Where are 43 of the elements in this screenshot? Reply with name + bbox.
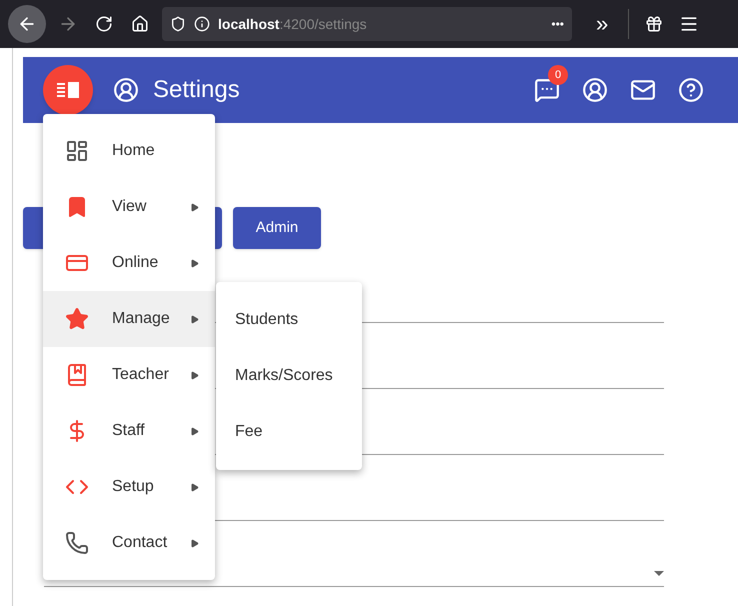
menu-label: Teacher [112, 365, 169, 385]
url-text: localhost:4200/settings [218, 14, 367, 34]
profile-icon[interactable] [582, 77, 608, 103]
menu-label: View [112, 197, 146, 217]
more-icon[interactable]: ••• [551, 15, 564, 33]
chat-icon[interactable] [534, 77, 560, 103]
account-icon [113, 77, 139, 103]
submenu-item[interactable]: Fee [216, 404, 362, 460]
menu-label: Staff [112, 421, 145, 441]
submenu-item[interactable]: Students [216, 292, 362, 348]
submenu-item[interactable]: Marks/Scores [216, 348, 362, 404]
back-button[interactable] [8, 5, 46, 43]
address-bar[interactable]: localhost:4200/settings ••• [162, 7, 572, 41]
menu-item[interactable]: Teacher [43, 347, 215, 403]
menu-fab[interactable] [43, 65, 93, 115]
home-icon [131, 15, 149, 33]
menu-label: Manage [112, 309, 170, 329]
dropdown-arrow-icon [654, 571, 664, 576]
help-icon[interactable] [678, 77, 704, 103]
menu-item[interactable]: Online [43, 235, 215, 291]
overflow-button[interactable]: » [596, 13, 608, 35]
star-icon [65, 307, 89, 331]
info-icon [194, 16, 210, 32]
menu-label: Home [112, 141, 155, 161]
book-icon [65, 363, 89, 387]
phone-icon [65, 531, 89, 555]
menu-item[interactable]: Home [43, 123, 215, 179]
menu-label: Setup [112, 477, 154, 497]
menu-item[interactable]: Manage [43, 291, 215, 347]
shield-icon [170, 16, 186, 32]
menu-label: Contact [112, 533, 168, 553]
menu-item[interactable]: Staff [43, 403, 215, 459]
admin-button[interactable]: Admin [233, 207, 321, 249]
toolbar-title: Settings [153, 75, 240, 105]
gift-icon[interactable] [645, 15, 664, 33]
menu-item[interactable]: View [43, 179, 215, 235]
notification-badge: 0 [548, 65, 568, 85]
dashboard-icon [65, 139, 89, 163]
menu-book-icon [57, 81, 79, 99]
menu-item[interactable]: Setup [43, 459, 215, 515]
menu-label: Online [112, 253, 158, 273]
menu-item[interactable]: Contact [43, 515, 215, 571]
reload-icon [95, 15, 113, 33]
